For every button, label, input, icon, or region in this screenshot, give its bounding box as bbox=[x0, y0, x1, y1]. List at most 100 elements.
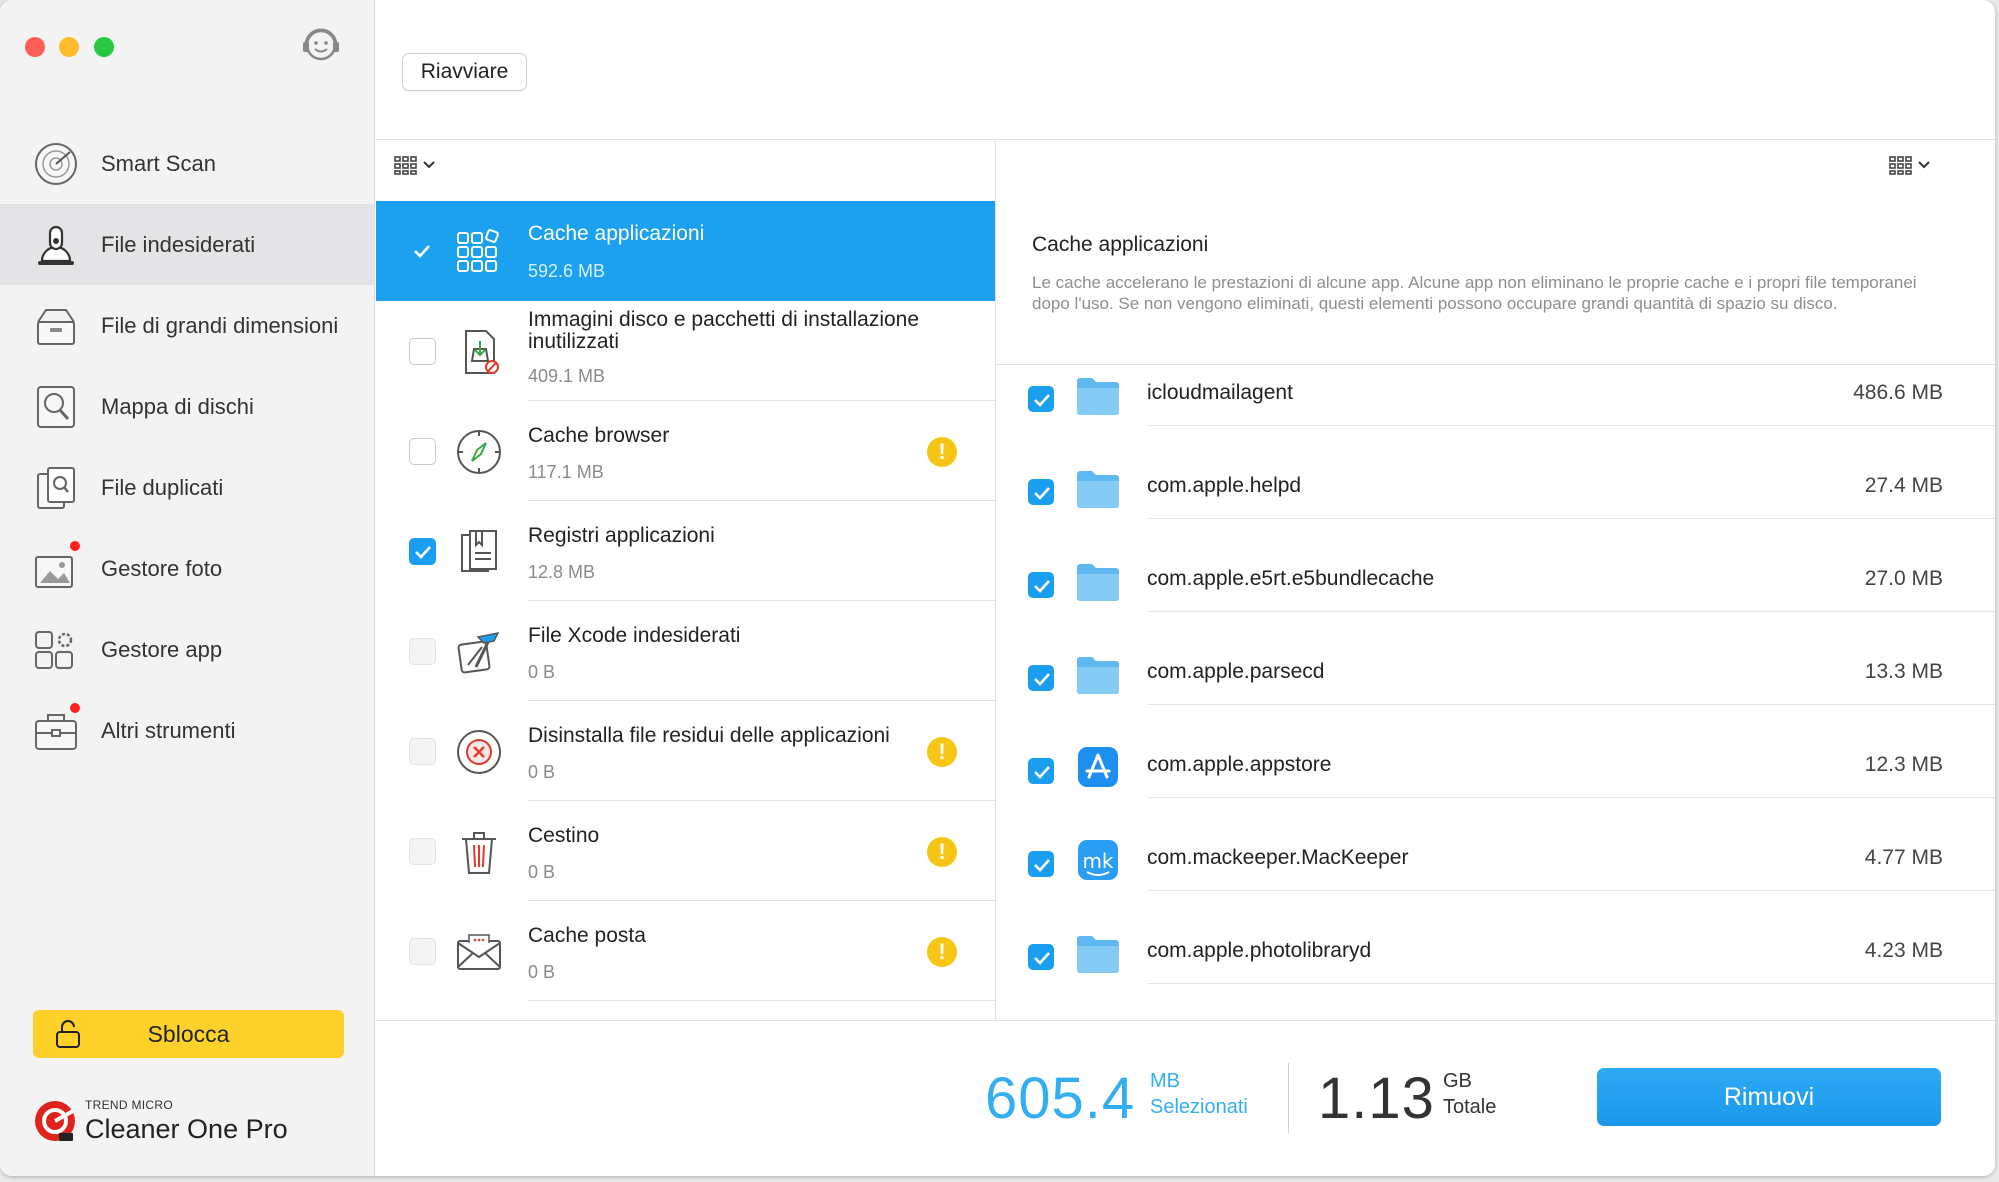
notification-badge bbox=[68, 538, 82, 553]
category-checkbox[interactable] bbox=[409, 738, 436, 765]
sidebar-item-smart-scan[interactable]: Smart Scan bbox=[0, 123, 375, 204]
category-checkbox[interactable] bbox=[409, 938, 436, 965]
sidebar-item-other-tools[interactable]: Altri strumenti bbox=[0, 690, 375, 771]
unlock-icon bbox=[56, 1020, 80, 1048]
sidebar-item-label: Smart Scan bbox=[101, 150, 216, 176]
file-checkbox[interactable] bbox=[1028, 572, 1054, 598]
category-checkbox[interactable] bbox=[409, 838, 436, 865]
category-title: Immagini disco e pacchetti di installazi… bbox=[528, 308, 920, 353]
file-checkbox[interactable] bbox=[1028, 386, 1054, 412]
sidebar-item-disk-map[interactable]: Mappa di dischi bbox=[0, 366, 375, 447]
file-row[interactable]: com.apple.e5rt.e5bundlecache 27.0 MB bbox=[997, 519, 1995, 612]
file-name: com.apple.appstore bbox=[1147, 753, 1332, 776]
app-window: Smart Scan File indesiderati File di gra… bbox=[0, 0, 1995, 1176]
category-item[interactable]: Cache posta 0 B ! bbox=[376, 901, 995, 1001]
file-row[interactable]: com.apple.photolibraryd 4.23 MB bbox=[997, 891, 1995, 984]
file-size: 27.4 MB bbox=[1864, 474, 1943, 497]
category-checkbox[interactable] bbox=[409, 638, 436, 665]
file-size: 4.77 MB bbox=[1864, 846, 1943, 869]
category-checkbox[interactable] bbox=[409, 238, 436, 265]
file-row[interactable]: mk com.mackeeper.MacKeeper 4.77 MB bbox=[997, 798, 1995, 891]
sidebar-item-label: Altri strumenti bbox=[101, 717, 236, 743]
category-size: 0 B bbox=[528, 662, 556, 682]
list-view-options-button[interactable] bbox=[394, 153, 436, 177]
category-item[interactable]: Cache browser 117.1 MB ! bbox=[376, 401, 995, 501]
vacuum-icon bbox=[32, 221, 80, 269]
grid-icon bbox=[394, 156, 417, 175]
file-checkbox[interactable] bbox=[1028, 851, 1054, 877]
sidebar-nav: Smart Scan File indesiderati File di gra… bbox=[0, 123, 375, 771]
category-title: Disinstalla file residui delle applicazi… bbox=[528, 724, 890, 747]
warning-icon: ! bbox=[927, 937, 957, 967]
sidebar-item-duplicates[interactable]: File duplicati bbox=[0, 447, 375, 528]
support-icon[interactable] bbox=[300, 24, 342, 66]
file-size: 13.3 MB bbox=[1864, 660, 1943, 683]
restart-button[interactable]: Riavviare bbox=[402, 53, 527, 91]
sidebar-item-label: File indesiderati bbox=[101, 231, 256, 257]
category-size: 592.6 MB bbox=[528, 261, 606, 281]
file-checkbox[interactable] bbox=[1028, 665, 1054, 691]
category-size: 0 B bbox=[528, 762, 556, 782]
detail-description: Le cache accelerano le prestazioni di al… bbox=[1032, 273, 1917, 313]
file-list: icloudmailagent 486.6 MB com.apple.helpd… bbox=[997, 366, 1995, 984]
folder-icon bbox=[1077, 936, 1119, 973]
category-item[interactable]: Disinstalla file residui delle applicazi… bbox=[376, 701, 995, 801]
category-item[interactable]: Cestino 0 B ! bbox=[376, 801, 995, 901]
file-checkbox[interactable] bbox=[1028, 944, 1054, 970]
file-checkbox[interactable] bbox=[1028, 479, 1054, 505]
folder-icon bbox=[1077, 564, 1119, 601]
category-item[interactable]: Immagini disco e pacchetti di installazi… bbox=[376, 301, 995, 401]
sidebar-item-junk-files[interactable]: File indesiderati bbox=[0, 204, 375, 285]
category-title: Cache applicazioni bbox=[528, 222, 705, 245]
notification-badge bbox=[68, 700, 82, 715]
sidebar-item-label: Gestore app bbox=[101, 636, 223, 662]
toolbar: Riavviare bbox=[376, 0, 1995, 140]
unlock-button[interactable]: Sblocca bbox=[33, 1010, 344, 1058]
category-size: 0 B bbox=[528, 862, 556, 882]
uninstall-icon bbox=[454, 727, 504, 777]
zoom-window-button[interactable] bbox=[94, 37, 114, 57]
category-title: Cache posta bbox=[528, 924, 646, 947]
file-row[interactable]: com.apple.parsecd 13.3 MB bbox=[997, 612, 1995, 705]
svg-text:mk: mk bbox=[1082, 849, 1113, 873]
apps-icon bbox=[32, 626, 80, 674]
trend-micro-logo bbox=[35, 1101, 75, 1141]
sidebar-item-label: Gestore foto bbox=[101, 555, 223, 581]
category-size: 409.1 MB bbox=[528, 366, 606, 386]
category-checkbox[interactable] bbox=[409, 338, 436, 365]
category-item[interactable]: File Xcode indesiderati 0 B bbox=[376, 601, 995, 701]
file-row[interactable]: com.apple.appstore 12.3 MB bbox=[997, 705, 1995, 798]
warning-icon: ! bbox=[927, 837, 957, 867]
compass-icon bbox=[454, 427, 504, 477]
warning-icon: ! bbox=[927, 737, 957, 767]
category-checkbox[interactable] bbox=[409, 438, 436, 465]
selected-size-value: 605.4 bbox=[985, 1066, 1136, 1131]
category-title: File Xcode indesiderati bbox=[528, 624, 741, 647]
sidebar-item-app-manager[interactable]: Gestore app bbox=[0, 609, 375, 690]
folder-icon bbox=[1077, 378, 1119, 415]
detail-view-options-button[interactable] bbox=[1889, 153, 1931, 177]
file-size: 4.23 MB bbox=[1864, 939, 1943, 962]
file-row[interactable]: icloudmailagent 486.6 MB bbox=[997, 333, 1995, 426]
close-window-button[interactable] bbox=[25, 37, 45, 57]
file-checkbox[interactable] bbox=[1028, 758, 1054, 784]
category-title: Cestino bbox=[528, 824, 600, 847]
sidebar-item-large-files[interactable]: File di grandi dimensioni bbox=[0, 285, 375, 366]
file-name: com.apple.e5rt.e5bundlecache bbox=[1147, 567, 1435, 590]
file-row[interactable]: com.apple.helpd 27.4 MB bbox=[997, 426, 1995, 519]
xcode-icon bbox=[454, 627, 504, 677]
category-title: Cache browser bbox=[528, 424, 670, 447]
total-size-unit: GB Totale bbox=[1443, 1068, 1496, 1120]
footer-divider bbox=[1288, 1063, 1289, 1133]
disk-map-icon bbox=[32, 383, 80, 431]
remove-button[interactable]: Rimuovi bbox=[1597, 1068, 1941, 1126]
minimize-window-button[interactable] bbox=[59, 37, 79, 57]
sidebar-item-photo-manager[interactable]: Gestore foto bbox=[0, 528, 375, 609]
category-item[interactable]: Registri applicazioni 12.8 MB bbox=[376, 501, 995, 601]
app-store-icon bbox=[1078, 747, 1118, 787]
total-unit: GB bbox=[1443, 1070, 1472, 1092]
detail-title: Cache applicazioni bbox=[1032, 233, 1209, 256]
category-checkbox[interactable] bbox=[409, 538, 436, 565]
category-size: 12.8 MB bbox=[528, 562, 596, 582]
category-item[interactable]: Cache applicazioni 592.6 MB bbox=[376, 201, 995, 301]
